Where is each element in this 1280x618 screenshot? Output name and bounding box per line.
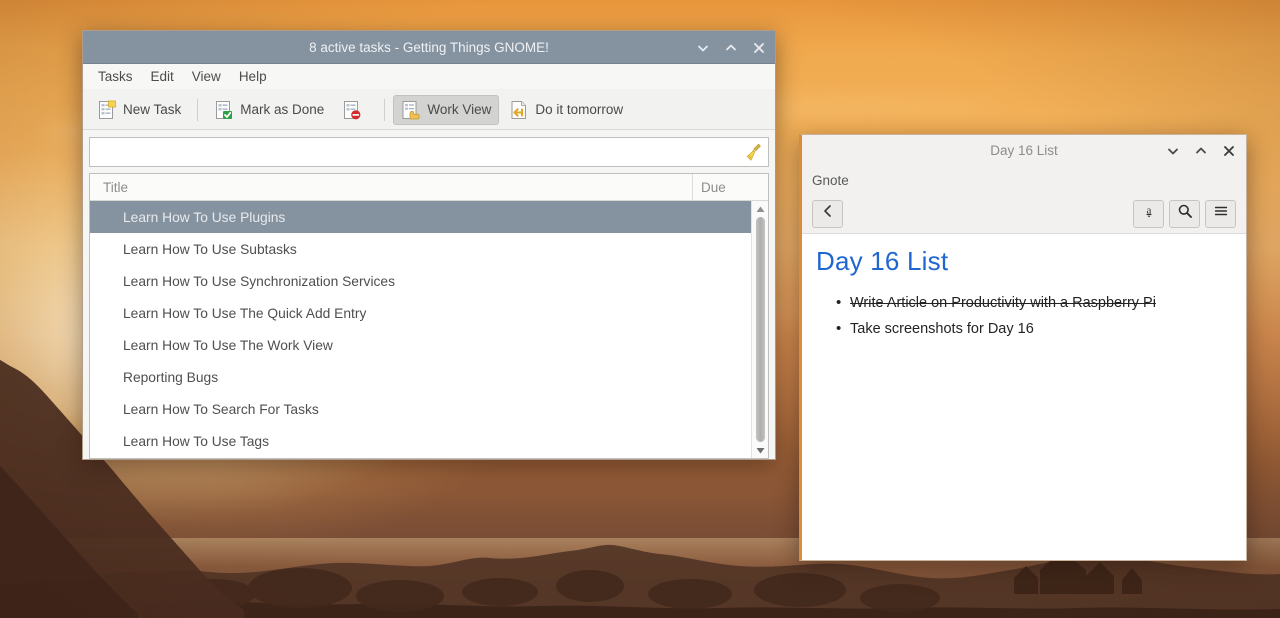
dismiss-task-icon (342, 100, 362, 120)
task-row[interactable]: Reporting Bugs (90, 361, 751, 393)
task-row[interactable]: Learn How To Use Subtasks (90, 233, 751, 265)
maximize-icon[interactable] (724, 41, 738, 55)
toolbar-separator (197, 99, 198, 121)
gnote-toolbar[interactable]: a (802, 194, 1246, 234)
dismiss-task-button[interactable] (334, 95, 376, 125)
scrollbar-track[interactable] (752, 215, 769, 444)
note-list-item[interactable]: Write Article on Productivity with a Ras… (836, 293, 1232, 313)
task-row[interactable]: Learn How To Use Plugins (90, 201, 751, 233)
minimize-icon[interactable] (696, 41, 710, 55)
gtg-toolbar[interactable]: New Task Mark as Done (83, 90, 775, 130)
task-row[interactable]: Learn How To Use Tags (90, 425, 751, 457)
mark-as-done-label: Mark as Done (240, 102, 324, 117)
work-view-label: Work View (427, 102, 491, 117)
task-title: Learn How To Use Synchronization Service… (123, 274, 395, 289)
note-bullet-list[interactable]: Write Article on Productivity with a Ras… (816, 293, 1232, 339)
task-title: Learn How To Use Tags (123, 434, 269, 449)
note-list-item[interactable]: Take screenshots for Day 16 (836, 319, 1232, 339)
text-format-button[interactable]: a (1133, 200, 1164, 228)
menu-help[interactable]: Help (232, 67, 274, 86)
broom-icon[interactable] (744, 142, 764, 162)
task-title: Learn How To Use The Quick Add Entry (123, 306, 366, 321)
task-list-scrollbar[interactable] (751, 201, 768, 458)
column-header-due[interactable]: Due (693, 174, 751, 200)
task-list-body[interactable]: Learn How To Use Plugins Learn How To Use… (90, 201, 768, 458)
work-view-button[interactable]: Work View (393, 95, 499, 125)
gtg-search-bar[interactable] (89, 137, 769, 167)
do-it-tomorrow-button[interactable]: Do it tomorrow (501, 95, 631, 125)
task-title: Learn How To Use Subtasks (123, 242, 297, 257)
close-icon[interactable] (1222, 144, 1236, 158)
text-format-icon: a (1141, 203, 1157, 224)
gnote-window[interactable]: Day 16 List Gnote (799, 134, 1247, 561)
scrollbar-thumb[interactable] (756, 217, 765, 442)
gtg-menubar[interactable]: Tasks Edit View Help (83, 64, 775, 90)
task-row[interactable]: Learn How To Use Synchronization Service… (90, 265, 751, 297)
task-title: Learn How To Use The Work View (123, 338, 333, 353)
task-row[interactable]: Learn How To Use The Quick Add Entry (90, 297, 751, 329)
do-it-tomorrow-label: Do it tomorrow (535, 102, 623, 117)
hamburger-menu-icon (1213, 203, 1229, 224)
column-header-title[interactable]: Title (90, 174, 693, 200)
menu-button[interactable] (1205, 200, 1236, 228)
header-scrollbar-spacer (751, 174, 768, 200)
scroll-down-icon[interactable] (755, 444, 766, 456)
scroll-up-icon[interactable] (755, 203, 766, 215)
search-button[interactable] (1169, 200, 1200, 228)
mark-as-done-button[interactable]: Mark as Done (206, 95, 332, 125)
search-input[interactable] (98, 145, 744, 160)
maximize-icon[interactable] (1194, 144, 1208, 158)
gnote-app-name: Gnote (802, 166, 1246, 194)
task-title: Learn How To Search For Tasks (123, 402, 319, 417)
close-icon[interactable] (752, 41, 766, 55)
work-view-icon (401, 100, 421, 120)
toolbar-separator (384, 99, 385, 121)
minimize-icon[interactable] (1166, 144, 1180, 158)
note-editor[interactable]: Day 16 List Write Article on Productivit… (802, 234, 1246, 560)
task-title: Reporting Bugs (123, 370, 218, 385)
gtg-window-title: 8 active tasks - Getting Things GNOME! (83, 40, 775, 55)
gtg-window[interactable]: 8 active tasks - Getting Things GNOME! T… (82, 30, 776, 460)
gtg-task-list[interactable]: Title Due Learn How To Use PluginsLearn … (89, 173, 769, 459)
mark-as-done-icon (214, 100, 234, 120)
new-task-button[interactable]: New Task (89, 95, 189, 125)
gnote-titlebar[interactable]: Day 16 List (802, 135, 1246, 166)
menu-tasks[interactable]: Tasks (91, 67, 140, 86)
menu-edit[interactable]: Edit (144, 67, 181, 86)
back-button[interactable] (812, 200, 843, 228)
task-row[interactable]: Learn How To Search For Tasks (90, 393, 751, 425)
search-icon (1177, 203, 1193, 224)
desktop: 8 active tasks - Getting Things GNOME! T… (0, 0, 1280, 618)
task-title: Learn How To Use Plugins (123, 210, 285, 225)
task-row[interactable]: Learn How To Use The Work View (90, 329, 751, 361)
gnote-window-controls (1166, 135, 1236, 166)
gnote-toolbar-right[interactable]: a (1133, 200, 1236, 228)
task-rows[interactable]: Learn How To Use Plugins Learn How To Use… (90, 201, 751, 458)
do-it-tomorrow-icon (509, 100, 529, 120)
note-title[interactable]: Day 16 List (816, 246, 1232, 277)
task-list-header[interactable]: Title Due (90, 174, 768, 201)
gtg-window-controls (696, 31, 766, 64)
gtg-titlebar[interactable]: 8 active tasks - Getting Things GNOME! (83, 31, 775, 64)
new-task-label: New Task (123, 102, 181, 117)
chevron-left-icon (821, 204, 835, 223)
menu-view[interactable]: View (185, 67, 228, 86)
new-task-icon (97, 100, 117, 120)
